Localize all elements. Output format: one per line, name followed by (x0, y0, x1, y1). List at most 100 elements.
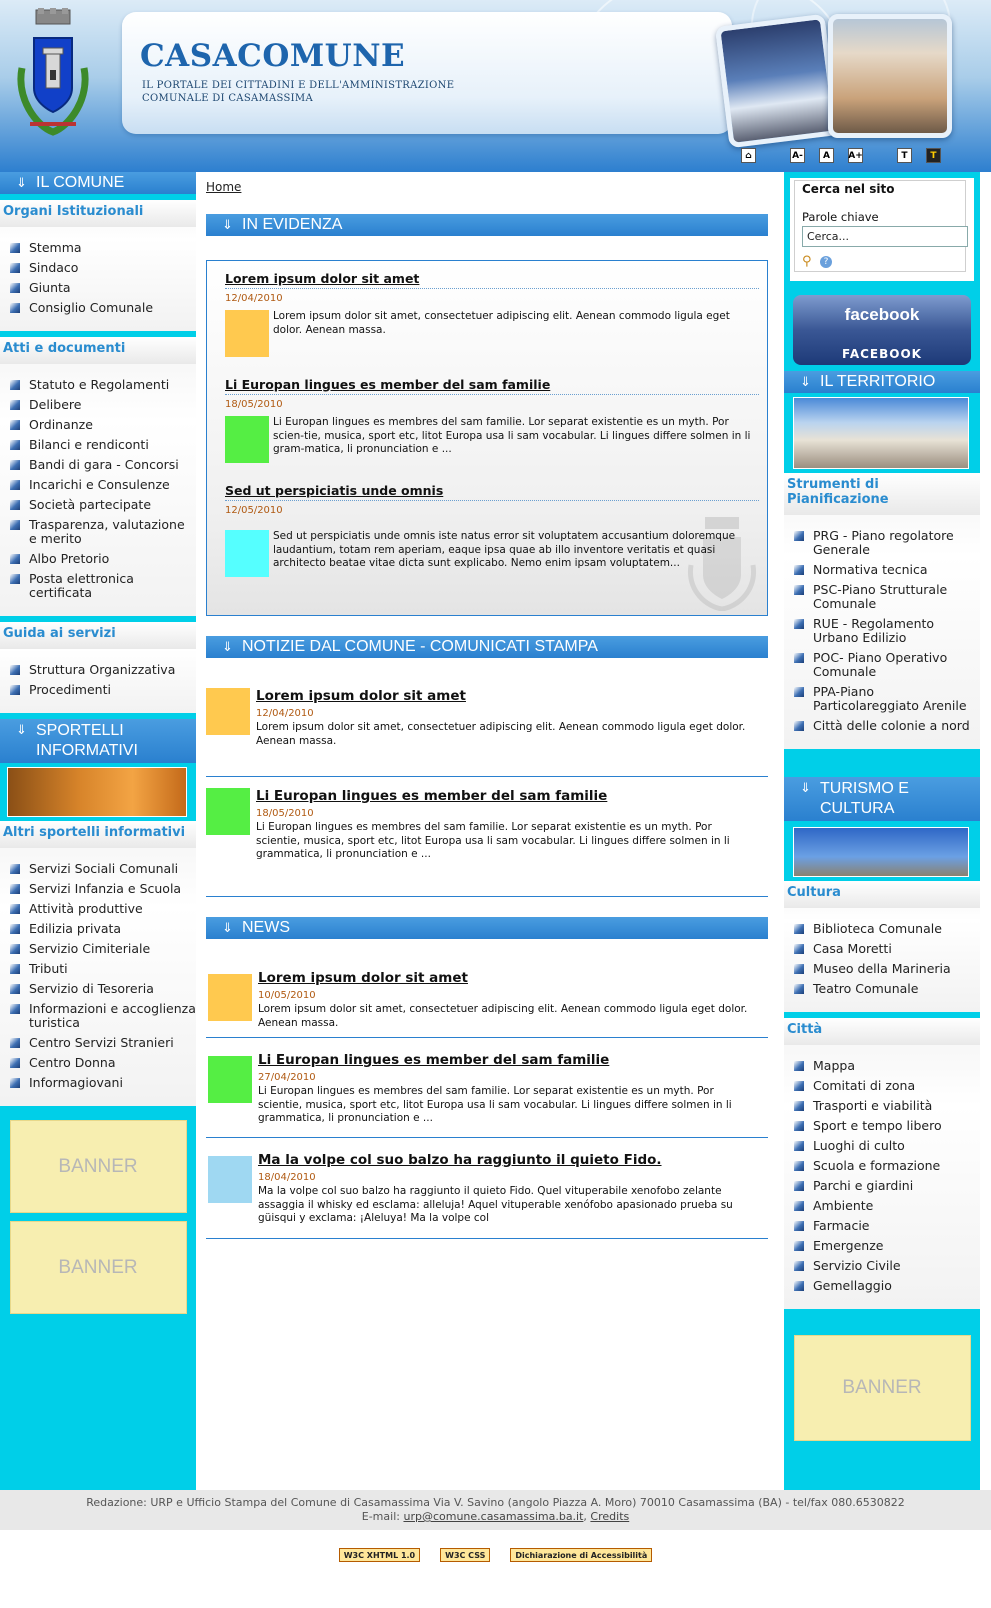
menu-item[interactable]: Informagiovani (10, 1076, 196, 1090)
evidenza-title[interactable]: Li Europan lingues es member del sam fam… (225, 377, 759, 395)
menu-item[interactable]: RUE - Regolamento Urbano Edilizio (794, 617, 980, 645)
menu-item-label[interactable]: Tributi (29, 962, 68, 976)
menu-item[interactable]: PRG - Piano regolatore Generale (794, 529, 980, 557)
evidenza-thumbnail[interactable] (225, 310, 269, 357)
menu-item[interactable]: Città delle colonie a nord (794, 719, 980, 733)
menu-item-label[interactable]: Bandi di gara - Concorsi (29, 458, 179, 472)
menu-item[interactable]: Teatro Comunale (794, 982, 980, 996)
facebook-link[interactable]: facebook FACEBOOK (793, 295, 971, 365)
news-title[interactable]: Ma la volpe col suo balzo ha raggiunto i… (258, 1152, 758, 1168)
menu-item-label[interactable]: POC- Piano Operativo Comunale (813, 651, 980, 679)
footer-credits-link[interactable]: Credits (590, 1510, 629, 1523)
menu-item-label[interactable]: Centro Donna (29, 1056, 116, 1070)
menu-item-label[interactable]: Informazioni e accoglienza turistica (29, 1002, 196, 1030)
menu-item[interactable]: PPA-Piano Particolareggiato Arenile (794, 685, 980, 713)
menu-item[interactable]: Struttura Organizzativa (10, 663, 196, 677)
menu-item-label[interactable]: Trasporti e viabilità (813, 1099, 932, 1113)
evidenza-thumbnail[interactable] (225, 530, 269, 577)
menu-item-label[interactable]: Centro Servizi Stranieri (29, 1036, 174, 1050)
menu-item[interactable]: Normativa tecnica (794, 563, 980, 577)
evidenza-title[interactable]: Sed ut perspiciatis unde omnis (225, 483, 759, 501)
menu-item[interactable]: Bandi di gara - Concorsi (10, 458, 196, 472)
menu-item[interactable]: Museo della Marineria (794, 962, 980, 976)
menu-item[interactable]: POC- Piano Operativo Comunale (794, 651, 980, 679)
menu-item[interactable]: Posta elettronica certificata (10, 572, 196, 600)
menu-item-label[interactable]: Luoghi di culto (813, 1139, 905, 1153)
menu-item-label[interactable]: Albo Pretorio (29, 552, 109, 566)
menu-item[interactable]: Servizio Civile (794, 1259, 980, 1273)
menu-item-label[interactable]: Delibere (29, 398, 81, 412)
contrast-high-button[interactable]: T (926, 148, 941, 163)
menu-item-label[interactable]: Farmacie (813, 1219, 870, 1233)
menu-item[interactable]: Casa Moretti (794, 942, 980, 956)
menu-item-label[interactable]: Biblioteca Comunale (813, 922, 942, 936)
search-input[interactable] (802, 226, 968, 247)
menu-item-label[interactable]: Posta elettronica certificata (29, 572, 196, 600)
footer-email-link[interactable]: urp@comune.casamassima.ba.it (403, 1510, 583, 1523)
news-thumbnail[interactable] (208, 1056, 252, 1103)
news-thumbnail[interactable] (208, 974, 252, 1021)
menu-item-label[interactable]: Città delle colonie a nord (813, 719, 970, 733)
menu-item[interactable]: Stemma (10, 241, 196, 255)
menu-item-label[interactable]: Incarichi e Consulenze (29, 478, 170, 492)
menu-item[interactable]: Scuola e formazione (794, 1159, 980, 1173)
evidenza-thumbnail[interactable] (225, 416, 269, 463)
menu-item-label[interactable]: Casa Moretti (813, 942, 892, 956)
contrast-normal-button[interactable]: T (897, 148, 912, 163)
menu-item-label[interactable]: Comitati di zona (813, 1079, 915, 1093)
menu-item-label[interactable]: Trasparenza, valutazione e merito (29, 518, 196, 546)
menu-item[interactable]: Servizi Sociali Comunali (10, 862, 196, 876)
menu-item[interactable]: Bilanci e rendiconti (10, 438, 196, 452)
menu-item-label[interactable]: RUE - Regolamento Urbano Edilizio (813, 617, 980, 645)
accessibility-badge[interactable]: Dichiarazione di Accessibilità (510, 1548, 653, 1562)
menu-item[interactable]: Sindaco (10, 261, 196, 275)
menu-item-label[interactable]: Servizi Sociali Comunali (29, 862, 178, 876)
xhtml-badge[interactable]: W3C XHTML 1.0 (338, 1548, 421, 1562)
menu-item[interactable]: Centro Donna (10, 1056, 196, 1070)
menu-item[interactable]: Procedimenti (10, 683, 196, 697)
menu-item[interactable]: Trasparenza, valutazione e merito (10, 518, 196, 546)
menu-item-label[interactable]: Normativa tecnica (813, 563, 928, 577)
menu-item-label[interactable]: Servizio Civile (813, 1259, 901, 1273)
menu-item-label[interactable]: Consiglio Comunale (29, 301, 153, 315)
coat-of-arms-logo[interactable] (16, 8, 90, 136)
menu-item[interactable]: Servizio Cimiteriale (10, 942, 196, 956)
menu-item-label[interactable]: Mappa (813, 1059, 855, 1073)
menu-item[interactable]: Consiglio Comunale (10, 301, 196, 315)
menu-item-label[interactable]: Gemellaggio (813, 1279, 892, 1293)
menu-item-label[interactable]: Museo della Marineria (813, 962, 951, 976)
menu-item[interactable]: Luoghi di culto (794, 1139, 980, 1153)
menu-item[interactable]: Ordinanze (10, 418, 196, 432)
notizia-title[interactable]: Li Europan lingues es member del sam fam… (256, 788, 756, 804)
menu-item-label[interactable]: Edilizia privata (29, 922, 121, 936)
menu-item-label[interactable]: Emergenze (813, 1239, 883, 1253)
menu-item-label[interactable]: Sport e tempo libero (813, 1119, 942, 1133)
menu-item-label[interactable]: Bilanci e rendiconti (29, 438, 149, 452)
menu-item[interactable]: Trasporti e viabilità (794, 1099, 980, 1113)
menu-item[interactable]: Biblioteca Comunale (794, 922, 980, 936)
notizia-title[interactable]: Lorem ipsum dolor sit amet (256, 688, 756, 704)
menu-item-label[interactable]: Statuto e Regolamenti (29, 378, 169, 392)
menu-item-label[interactable]: PPA-Piano Particolareggiato Arenile (813, 685, 980, 713)
search-icon[interactable]: ⚲ (802, 254, 812, 269)
menu-item[interactable]: Comitati di zona (794, 1079, 980, 1093)
menu-item[interactable]: Parchi e giardini (794, 1179, 980, 1193)
menu-item[interactable]: Servizi Infanzia e Scuola (10, 882, 196, 896)
turismo-photo[interactable] (793, 827, 969, 877)
menu-item-label[interactable]: Parchi e giardini (813, 1179, 913, 1193)
banner[interactable]: BANNER (9, 1221, 187, 1314)
sportelli-photo[interactable] (7, 767, 187, 817)
help-icon[interactable]: ? (820, 256, 832, 268)
menu-item[interactable]: Tributi (10, 962, 196, 976)
notizia-thumbnail[interactable] (206, 688, 250, 735)
menu-item[interactable]: Emergenze (794, 1239, 980, 1253)
menu-item[interactable]: Statuto e Regolamenti (10, 378, 196, 392)
menu-item-label[interactable]: Servizi Infanzia e Scuola (29, 882, 181, 896)
font-increase-button[interactable]: A+ (848, 148, 863, 163)
menu-item[interactable]: Incarichi e Consulenze (10, 478, 196, 492)
menu-item-label[interactable]: PRG - Piano regolatore Generale (813, 529, 980, 557)
menu-item[interactable]: Servizio di Tesoreria (10, 982, 196, 996)
menu-item[interactable]: Società partecipate (10, 498, 196, 512)
menu-item-label[interactable]: Procedimenti (29, 683, 111, 697)
menu-item-label[interactable]: Scuola e formazione (813, 1159, 940, 1173)
